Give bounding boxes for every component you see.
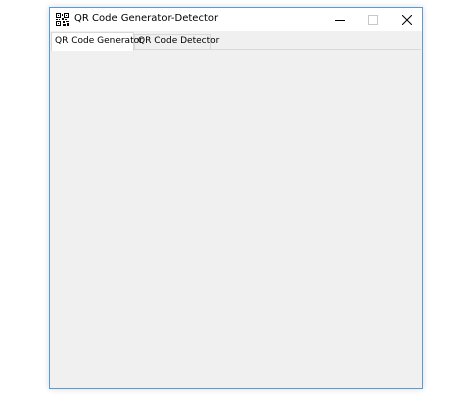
qr-code-icon [56, 13, 69, 26]
tab-qr-code-generator[interactable]: QR Code Generator [51, 32, 143, 51]
tab-qr-code-detector[interactable]: QR Code Detector [134, 34, 219, 49]
maximize-icon [368, 14, 378, 25]
close-icon [402, 14, 412, 25]
title-bar[interactable]: QR Code Generator-Detector [50, 8, 422, 31]
minimize-button[interactable] [323, 8, 357, 31]
close-button[interactable] [390, 8, 424, 31]
maximize-button[interactable] [356, 8, 390, 31]
window-title: QR Code Generator-Detector [74, 13, 219, 24]
tab-strip: QR Code Generator QR Code Detector [51, 32, 421, 51]
minimize-icon [335, 19, 345, 21]
tab-content-panel [51, 49, 421, 387]
app-window: QR Code Generator-Detector QR Code Gener… [49, 7, 423, 389]
